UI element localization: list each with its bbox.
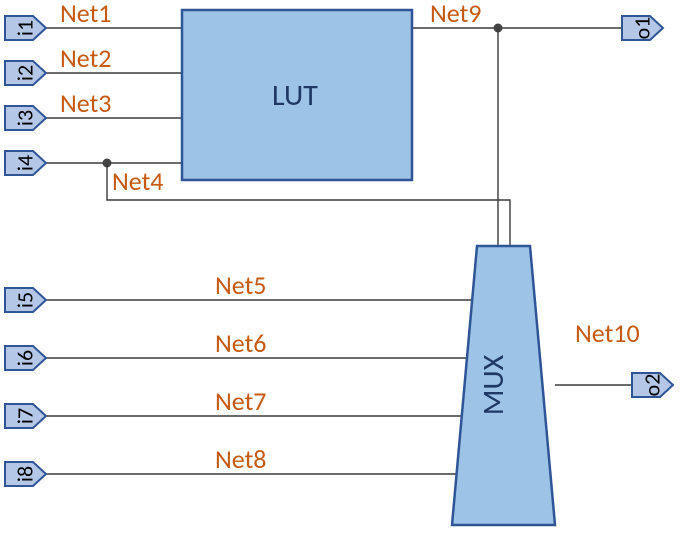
port-label-i6: i6 [12,350,39,366]
input-port-i2: i2 [5,61,46,85]
net-label-3: Net3 [60,87,111,119]
port-label-i3: i3 [12,110,39,126]
input-port-i3: i3 [5,106,46,130]
port-label-i2: i2 [12,65,39,81]
net-label-6: Net6 [215,327,266,359]
port-label-i5: i5 [12,292,39,308]
net-label-8: Net8 [215,443,266,475]
output-port-o1: o1 [622,16,663,40]
port-label-o2: o2 [639,374,666,397]
net-label-4: Net4 [112,165,163,197]
port-label-i8: i8 [12,466,39,482]
input-port-i1: i1 [5,16,46,40]
net-label-7: Net7 [215,385,266,417]
circuit-diagram: LUT MUX i1 i2 i3 i4 i5 i6 i7 i8 o1 o [0,0,685,533]
input-port-i5: i5 [5,288,46,312]
mux-block-label: MUX [475,354,512,415]
net-label-2: Net2 [60,42,111,74]
port-label-i4: i4 [12,155,39,171]
net-label-1: Net1 [60,0,111,29]
output-port-o2: o2 [632,373,673,397]
net-label-10: Net10 [575,317,640,349]
port-label-i7: i7 [12,408,39,424]
net-label-5: Net5 [215,269,266,301]
port-label-i1: i1 [12,20,39,36]
input-port-i4: i4 [5,151,46,175]
net-label-9: Net9 [430,0,481,29]
port-label-o1: o1 [629,17,656,40]
lut-block-label: LUT [272,77,318,114]
input-port-i6: i6 [5,346,46,370]
input-port-i8: i8 [5,462,46,486]
input-port-i7: i7 [5,404,46,428]
